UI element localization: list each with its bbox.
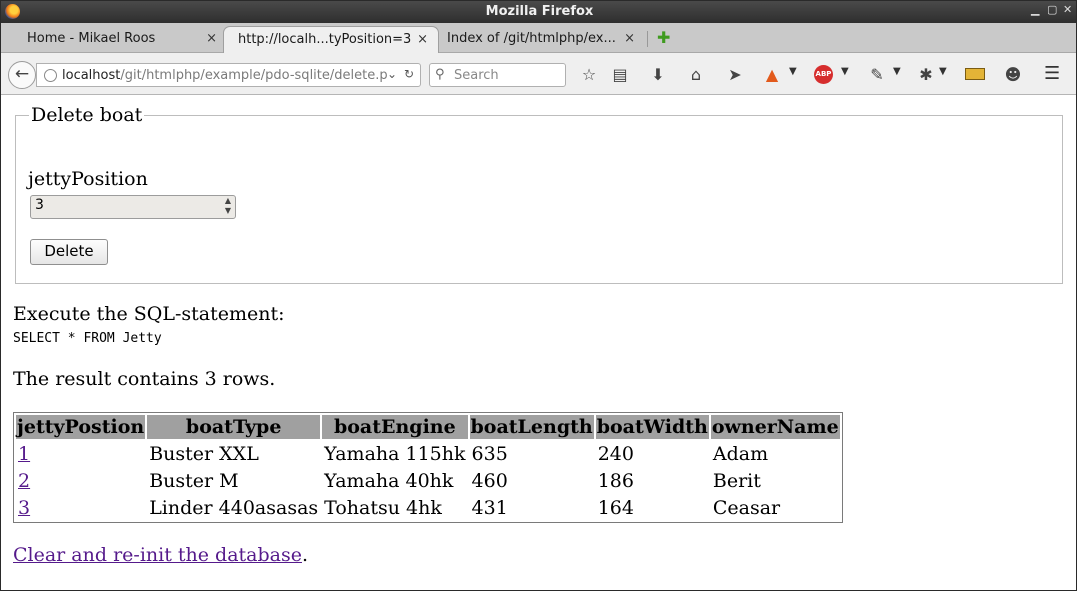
- chevron-down-icon[interactable]: ▼: [939, 66, 947, 77]
- page-content: Delete boat jettyPosition 3 ▲ ▼ Delete Ex…: [1, 96, 1076, 590]
- tab-label: http://localh...tyPosition=3: [238, 32, 412, 47]
- jetty-position-link[interactable]: 3: [18, 497, 30, 519]
- reinit-database-link[interactable]: Clear and re-init the database: [13, 544, 302, 566]
- tab-delete-page[interactable]: http://localh...tyPosition=3 ×: [223, 26, 439, 53]
- table-cell: Adam: [712, 442, 769, 465]
- close-icon[interactable]: ×: [206, 31, 217, 46]
- column-header: ownerName: [710, 415, 840, 439]
- tab-label: Home - Mikael Roos: [27, 31, 156, 46]
- title-bar: Mozilla Firefox ▁ ▢ ✕: [1, 1, 1076, 23]
- table-cell: Tohatsu 4hk: [324, 496, 442, 519]
- url-bar[interactable]: localhost/git/htmlphp/example/pdo-sqlite…: [36, 63, 421, 87]
- table-row: 3 Linder 440asasas Tohatsu 4hk 431 164 C…: [16, 495, 840, 520]
- close-icon[interactable]: ×: [417, 32, 428, 47]
- hamburger-menu-icon[interactable]: ☰: [1044, 63, 1060, 84]
- minimize-icon[interactable]: ▁: [1031, 3, 1039, 16]
- delete-boat-form: Delete boat jettyPosition 3 ▲ ▼ Delete: [15, 104, 1063, 284]
- search-bar[interactable]: ⚲: [429, 63, 566, 87]
- tab-separator: [647, 31, 648, 47]
- maximize-icon[interactable]: ▢: [1047, 3, 1057, 16]
- table-cell: Buster XXL: [149, 442, 259, 465]
- chevron-down-icon[interactable]: ▼: [841, 66, 849, 77]
- footer-suffix: .: [301, 544, 309, 566]
- table-cell: 635: [471, 442, 508, 465]
- table-cell: 240: [597, 442, 634, 465]
- globe-icon: [44, 69, 57, 82]
- table-cell: 164: [597, 496, 634, 519]
- adblock-plus-icon[interactable]: ABP: [814, 65, 833, 84]
- search-icon: ⚲: [435, 67, 445, 82]
- table-cell: Ceasar: [712, 496, 781, 519]
- table-cell: 2: [16, 468, 145, 493]
- jetty-position-link[interactable]: 2: [18, 470, 30, 492]
- search-input[interactable]: [452, 66, 562, 84]
- jetty-position-label: jettyPosition: [28, 168, 148, 190]
- column-header: boatWidth: [595, 415, 709, 439]
- chevron-down-icon[interactable]: ▼: [893, 66, 901, 77]
- close-icon[interactable]: ×: [624, 31, 635, 46]
- ruler-icon[interactable]: [965, 68, 985, 80]
- table-cell: 1: [16, 441, 145, 466]
- chevron-down-icon[interactable]: ▼: [789, 66, 797, 77]
- url-host: localhost: [62, 68, 121, 83]
- table-cell: 460: [471, 469, 508, 492]
- bookmark-star-icon[interactable]: ☆: [579, 65, 599, 85]
- new-tab-icon[interactable]: ✚: [657, 28, 670, 47]
- jetty-position-value: 3: [35, 197, 44, 213]
- table-cell: 3: [16, 495, 145, 520]
- reading-list-icon[interactable]: ▤: [610, 65, 630, 85]
- column-header: boatLength: [469, 415, 594, 439]
- url-path: /git/htmlphp/example/pdo-sqlite/delete.p: [120, 68, 388, 83]
- table-header-row: jettyPostion boatType boatEngine boatLen…: [16, 415, 840, 439]
- table-cell: 431: [471, 496, 508, 519]
- table-cell: Buster M: [149, 469, 239, 492]
- bug-icon[interactable]: ✱: [916, 65, 936, 85]
- reload-icon[interactable]: ↻: [404, 67, 415, 81]
- dropdown-icon[interactable]: ⌄: [387, 67, 398, 81]
- eyedropper-icon[interactable]: ✎: [867, 65, 887, 85]
- sql-heading: Execute the SQL-statement:: [13, 303, 285, 325]
- table-cell: Yamaha 40hk: [324, 469, 454, 492]
- tab-label: Index of /git/htmlphp/ex...: [447, 31, 616, 46]
- table-cell: Linder 440asasas: [149, 496, 319, 519]
- send-icon[interactable]: ➤: [725, 65, 745, 85]
- delete-button[interactable]: Delete: [30, 239, 108, 265]
- tab-index[interactable]: Index of /git/htmlphp/ex... ×: [433, 26, 645, 53]
- sql-statement: SELECT * FROM Jetty: [13, 331, 162, 346]
- table-cell: Yamaha 115hk: [324, 442, 466, 465]
- jetty-position-link[interactable]: 1: [18, 443, 30, 465]
- smiley-icon[interactable]: ☻: [1003, 65, 1023, 85]
- column-header: boatType: [147, 415, 321, 439]
- table-row: 2 Buster M Yamaha 40hk 460 186 Berit: [16, 468, 840, 493]
- column-header: jettyPostion: [16, 415, 146, 439]
- window-title: Mozilla Firefox: [485, 4, 594, 19]
- close-window-icon[interactable]: ✕: [1063, 3, 1072, 16]
- back-arrow-icon[interactable]: ←: [8, 61, 36, 89]
- result-summary: The result contains 3 rows.: [13, 368, 276, 390]
- footer-line: Clear and re-init the database.: [13, 544, 308, 566]
- table-cell: Berit: [712, 469, 761, 492]
- color-picker-icon[interactable]: ▲: [762, 65, 782, 85]
- table-row: 1 Buster XXL Yamaha 115hk 635 240 Adam: [16, 441, 840, 466]
- form-legend: Delete boat: [31, 104, 143, 126]
- home-icon[interactable]: ⌂: [686, 65, 706, 85]
- tab-strip: Home - Mikael Roos × http://localh...tyP…: [1, 23, 1076, 53]
- download-icon[interactable]: ⬇: [648, 65, 668, 85]
- browser-window: Mozilla Firefox ▁ ▢ ✕ Home - Mikael Roos…: [0, 0, 1077, 591]
- spinner-icon[interactable]: ▲ ▼: [225, 196, 231, 216]
- table-cell: 186: [597, 469, 634, 492]
- column-header: boatEngine: [322, 415, 468, 439]
- jetty-table: jettyPostion boatType boatEngine boatLen…: [13, 412, 843, 523]
- navigation-toolbar: ← localhost/git/htmlphp/example/pdo-sqli…: [1, 53, 1076, 95]
- tab-home[interactable]: Home - Mikael Roos ×: [13, 26, 227, 53]
- jetty-position-input[interactable]: 3 ▲ ▼: [30, 195, 236, 219]
